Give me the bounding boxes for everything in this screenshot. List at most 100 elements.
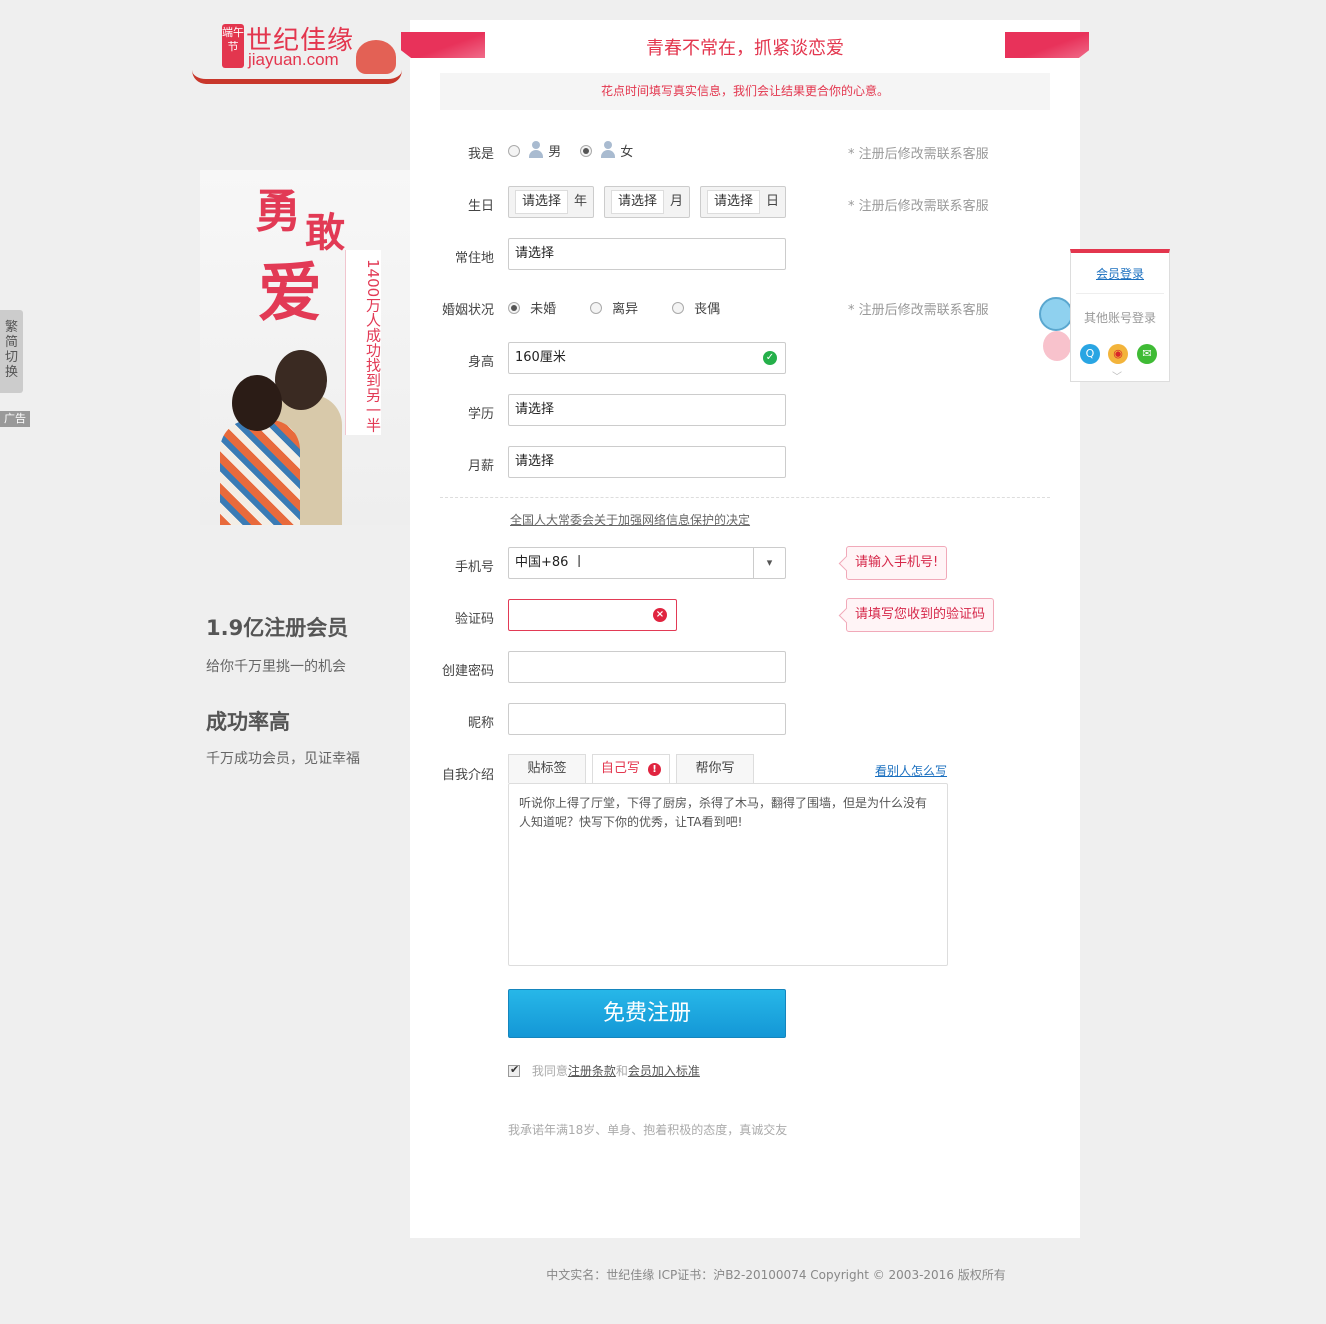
- birthday-hint: * 注册后修改需联系客服: [848, 199, 989, 214]
- residence-select[interactable]: 请选择: [508, 238, 786, 270]
- marital-divorced-radio[interactable]: [590, 302, 602, 314]
- birthday-month-select[interactable]: 请选择月: [604, 186, 690, 218]
- festival-badge: 端午节: [222, 24, 244, 68]
- gender-female-text: 女: [620, 145, 634, 160]
- tab-help-write[interactable]: 帮你写: [676, 754, 754, 783]
- couple-photo: [220, 340, 342, 525]
- marital-widowed-radio[interactable]: [672, 302, 684, 314]
- day-value: 请选择: [707, 190, 761, 214]
- code-error-tip: 请填写您收到的验证码: [846, 598, 995, 632]
- agree-row: 我同意注册条款和会员加入标准: [508, 1062, 700, 1079]
- footer-text: 中文实名：世纪佳缘 ICP证书：沪B2-20100074 Copyright ©…: [546, 1268, 1006, 1282]
- marital-widowed-text: 丧偶: [694, 302, 721, 317]
- tab-write-self[interactable]: 自己写 !: [592, 754, 670, 784]
- phone-error-tip: 请输入手机号!: [846, 546, 948, 580]
- month-value: 请选择: [611, 190, 665, 214]
- tab-write-self-label: 自己写: [600, 761, 640, 776]
- ad-word-love: 爱: [258, 256, 322, 331]
- marital-divorced-text: 离异: [612, 302, 639, 317]
- site-logo[interactable]: 端午节 世纪佳缘 jiayuan.com: [192, 18, 407, 90]
- gender-female-option[interactable]: 女: [580, 141, 633, 160]
- birthday-year-select[interactable]: 请选择年: [508, 186, 594, 218]
- phone-value: 中国+86 丨: [515, 555, 586, 570]
- intro-textarea[interactable]: 听说你上得了厅堂，下得了厨房，杀得了木马，翻得了围墙，但是为什么没有人知道呢？快…: [508, 783, 948, 966]
- weibo-icon[interactable]: ◉: [1108, 344, 1128, 364]
- day-unit: 日: [765, 194, 779, 209]
- intro-label: 自我介绍: [441, 768, 494, 783]
- stats-title: 成功率高: [206, 710, 290, 734]
- nickname-input[interactable]: [508, 703, 786, 735]
- ad-word-brave-1: 勇: [255, 184, 301, 238]
- agree-and: 和: [615, 1064, 628, 1078]
- phone-label: 手机号: [454, 560, 494, 575]
- education-select[interactable]: 请选择: [508, 394, 786, 426]
- wechat-icon[interactable]: ✉: [1137, 344, 1157, 364]
- member-login-link[interactable]: 会员登录: [1071, 265, 1169, 282]
- other-login-text: 其他账号登录: [1083, 311, 1156, 325]
- year-unit: 年: [573, 194, 587, 209]
- marital-label: 婚姻状况: [441, 303, 494, 318]
- marital-option-widowed[interactable]: 丧偶: [672, 298, 720, 317]
- qq-icon[interactable]: Q: [1080, 344, 1100, 364]
- agree-prefix: 我同意: [531, 1064, 568, 1078]
- ad-vertical-text: 1400万人成功找到另一半: [345, 250, 382, 435]
- marital-hint: * 注册后修改需联系客服: [848, 303, 989, 318]
- privacy-law-link[interactable]: 全国人大常委会关于加强网络信息保护的决定: [510, 511, 750, 528]
- login-widget: 会员登录 其他账号登录 Q ◉ ✉ ﹀: [1070, 249, 1170, 383]
- stats-title: 1.9亿注册会员: [206, 616, 349, 640]
- gender-male-option[interactable]: 男: [508, 141, 561, 160]
- chevron-down-icon[interactable]: ﹀: [1112, 368, 1122, 383]
- stats-members: 1.9亿注册会员 给你千万里挑一的机会: [206, 612, 348, 676]
- code-label: 验证码: [454, 612, 494, 627]
- height-label: 身高: [467, 355, 494, 370]
- panel-notice: 花点时间填写真实信息，我们会让结果更合你的心意。: [440, 73, 1050, 110]
- marital-option-divorced[interactable]: 离异: [590, 298, 638, 317]
- panel-title: 青春不常在，抓紧谈恋爱: [646, 38, 844, 59]
- year-value: 请选择: [515, 190, 569, 214]
- chevron-down-icon[interactable]: ▾: [753, 548, 785, 578]
- phone-input[interactable]: 中国+86 丨 ▾: [508, 547, 786, 579]
- ad-label: 广告: [0, 411, 30, 427]
- form-divider: [440, 497, 1050, 498]
- promise-text: 我承诺年满18岁、单身、抱着积极的态度，真诚交友: [508, 1123, 788, 1137]
- password-label: 创建密码: [441, 664, 494, 679]
- register-button[interactable]: 免费注册: [508, 989, 786, 1038]
- nickname-label: 昵称: [467, 716, 494, 731]
- gender-label: 我是: [467, 147, 494, 162]
- code-input[interactable]: ×: [508, 599, 677, 631]
- education-label: 学历: [467, 407, 494, 422]
- stats-sub: 千万成功会员，见证幸福: [206, 751, 360, 767]
- see-others-link[interactable]: 看别人怎么写: [875, 762, 947, 779]
- marital-option-single[interactable]: 未婚: [508, 298, 556, 317]
- height-value: 160厘米: [515, 350, 566, 365]
- salary-label: 月薪: [467, 459, 494, 474]
- female-user-icon: [600, 141, 616, 159]
- marital-single-text: 未婚: [530, 302, 557, 317]
- error-icon: ×: [653, 608, 667, 622]
- password-input[interactable]: [508, 651, 786, 683]
- ad-banner[interactable]: 勇 敢 爱 1400万人成功找到另一半: [200, 170, 410, 525]
- stats-success: 成功率高 千万成功会员，见证幸福: [206, 706, 360, 768]
- gender-female-radio[interactable]: [580, 145, 592, 157]
- traditional-simplified-toggle[interactable]: 繁简切换: [0, 310, 23, 393]
- stats-sub: 给你千万里挑一的机会: [206, 659, 346, 675]
- agree-checkbox[interactable]: [508, 1063, 520, 1077]
- alert-icon: !: [648, 763, 662, 776]
- month-unit: 月: [669, 194, 683, 209]
- gender-hint: * 注册后修改需联系客服: [848, 147, 989, 162]
- gender-male-text: 男: [548, 145, 562, 160]
- dragon-boat-icon: [192, 40, 402, 84]
- birthday-label: 生日: [467, 199, 494, 214]
- tab-tags[interactable]: 贴标签: [508, 754, 586, 783]
- residence-label: 常住地: [454, 251, 494, 266]
- birthday-day-select[interactable]: 请选择日: [700, 186, 786, 218]
- logo-en-text: jiayuan.com: [248, 50, 339, 69]
- gender-male-radio[interactable]: [508, 145, 520, 157]
- member-standard-link[interactable]: 会员加入标准: [628, 1064, 700, 1078]
- valid-check-icon: ✓: [763, 351, 777, 365]
- terms-link[interactable]: 注册条款: [568, 1064, 616, 1078]
- male-user-icon: [528, 141, 544, 159]
- marital-single-radio[interactable]: [508, 302, 520, 314]
- salary-select[interactable]: 请选择: [508, 446, 786, 478]
- height-select[interactable]: 160厘米 ✓: [508, 342, 786, 374]
